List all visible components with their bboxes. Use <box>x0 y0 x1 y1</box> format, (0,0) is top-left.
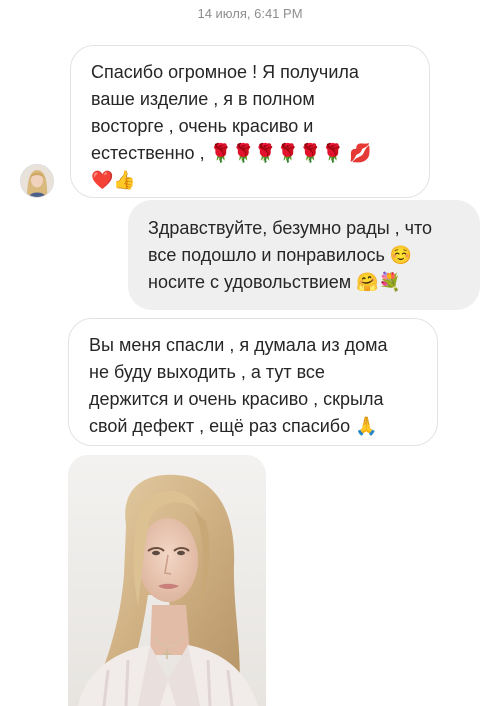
incoming-message[interactable]: Вы меня спасли , я думала из дома не буд… <box>68 318 438 446</box>
attached-photo[interactable] <box>68 455 266 706</box>
message-line: все подошло и понравилось ☺️ <box>148 245 413 265</box>
message-line: держится и очень красиво , скрыла <box>89 389 384 409</box>
message-line: естественно , 🌹🌹🌹🌹🌹🌹 💋 <box>91 143 372 163</box>
message-line: ваше изделие , я в полном <box>91 89 315 109</box>
avatar-image <box>21 165 53 197</box>
message-timestamp: 14 июля, 6:41 PM <box>197 6 303 21</box>
photo-image <box>68 455 266 706</box>
message-line: восторге , очень красиво и <box>91 116 314 136</box>
message-line: Здравствуйте, безумно рады , что <box>148 218 433 238</box>
message-line: Спасибо огромное ! Я получила <box>91 62 359 82</box>
message-line: носите с удовольствием 🤗💐 <box>148 272 401 292</box>
message-line: не буду выходить , а тут все <box>89 362 325 382</box>
message-line: ❤️👍 <box>91 170 136 190</box>
outgoing-message[interactable]: Здравствуйте, безумно рады , что все под… <box>128 200 480 310</box>
message-line: свой дефект , ещё раз спасибо 🙏 <box>89 416 378 436</box>
message-line: Вы меня спасли , я думала из дома <box>89 335 388 355</box>
incoming-message[interactable]: Спасибо огромное ! Я получила ваше издел… <box>70 45 430 198</box>
sender-avatar[interactable] <box>20 164 54 198</box>
